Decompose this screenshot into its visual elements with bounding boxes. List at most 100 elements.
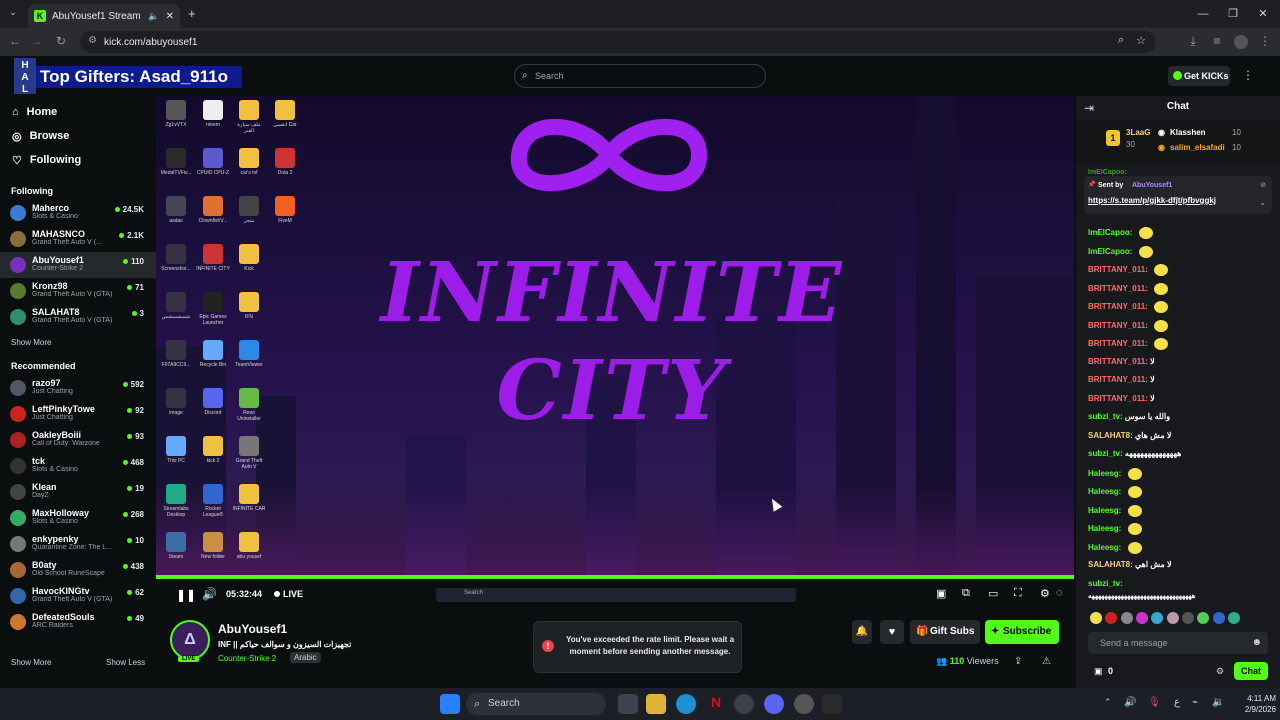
- emote-icon[interactable]: [1182, 612, 1195, 624]
- zoom-icon[interactable]: ⌕: [1118, 34, 1124, 47]
- chat-username[interactable]: Haleesg:: [1088, 469, 1121, 478]
- video-player[interactable]: INFINITE CITY Zg1vVTX nteem ملف سيارة الفن…: [156, 96, 1074, 576]
- chat-send-button[interactable]: Chat: [1234, 662, 1268, 680]
- sidebar-item-following[interactable]: ♡ Following: [0, 148, 156, 172]
- chat-username[interactable]: Haleesg:: [1088, 543, 1121, 552]
- browser-tab[interactable]: K AbuYousef1 Stream - Watc 🔈 ✕: [28, 4, 180, 28]
- tag-arabic[interactable]: Arabic: [290, 652, 321, 663]
- chat-username[interactable]: BRITTANY_011:: [1088, 394, 1148, 403]
- gift-subs-button[interactable]: 🎁 Gift Subs: [910, 620, 980, 644]
- channel-item[interactable]: HavocKINGtv Grand Theft Auto V (GTA) 62: [0, 583, 156, 609]
- subscribe-button[interactable]: ✦ Subscribe: [985, 620, 1059, 644]
- emote-icon[interactable]: [1151, 612, 1164, 624]
- task-view-icon[interactable]: [618, 694, 638, 714]
- windows-start-icon[interactable]: [440, 694, 460, 714]
- emote-icon[interactable]: [1090, 612, 1102, 624]
- taskbar-search[interactable]: ⌕ Search: [466, 693, 606, 715]
- channel-item[interactable]: B0aty Old School RuneScape 438: [0, 557, 156, 583]
- channel-item[interactable]: enkypenky Quarantine Zone: The L... 10: [0, 531, 156, 557]
- channel-item[interactable]: MAHASNCO Grand Theft Auto V (... 2.1K: [0, 226, 156, 252]
- streamer-avatar[interactable]: Δ: [170, 620, 210, 660]
- chat-username[interactable]: BRITTANY_011:: [1088, 302, 1148, 311]
- chrome-icon[interactable]: [734, 694, 754, 714]
- chat-username[interactable]: ImElCapoo:: [1088, 247, 1132, 256]
- settings-gear-icon[interactable]: ⚙: [1040, 587, 1050, 600]
- chat-username[interactable]: Haleesg:: [1088, 506, 1121, 515]
- channel-item[interactable]: SALAHAT8 Grand Theft Auto V (GTA) 3: [0, 304, 156, 330]
- channel-item[interactable]: Klean DayZ 19: [0, 479, 156, 505]
- speaker-icon[interactable]: 🔈: [148, 11, 159, 22]
- emote-icon[interactable]: [1105, 612, 1118, 624]
- minimize-icon[interactable]: —: [1194, 5, 1212, 23]
- tray-volume-icon[interactable]: 🔉: [1212, 697, 1224, 708]
- user-menu-icon[interactable]: ⋮: [1242, 68, 1254, 82]
- site-info-icon[interactable]: ⚙: [88, 35, 97, 46]
- channel-item[interactable]: OakleyBoiii Call of Duty: Warzone 93: [0, 427, 156, 453]
- pause-icon[interactable]: ❚❚: [176, 588, 196, 602]
- channel-item[interactable]: DefeatedSouls ARC Raiders 49: [0, 609, 156, 635]
- follow-heart-icon[interactable]: ♥: [880, 620, 904, 644]
- media-control-icon[interactable]: ≡: [1208, 32, 1226, 50]
- chat-username[interactable]: subzi_tv:: [1088, 449, 1123, 458]
- chat-settings-icon[interactable]: ⚙: [1216, 666, 1224, 677]
- pinned-link[interactable]: https://s.team/p/gjkk-dfjt/pfbvggkj: [1088, 196, 1216, 205]
- share-icon[interactable]: ⇪: [1014, 656, 1022, 667]
- emote-icon[interactable]: [1228, 612, 1241, 624]
- chat-username[interactable]: BRITTANY_011:: [1088, 357, 1148, 366]
- channel-item[interactable]: AbuYousef1 Counter-Strike 2 110: [0, 252, 156, 278]
- settings-app-icon[interactable]: [794, 694, 814, 714]
- new-tab-icon[interactable]: +: [188, 6, 196, 21]
- channel-item[interactable]: MaxHolloway Slots & Casino 268: [0, 505, 156, 531]
- chat-username[interactable]: BRITTANY_011:: [1088, 375, 1148, 384]
- clip-icon[interactable]: ⧉: [962, 587, 970, 600]
- channel-item[interactable]: Maherco Slots & Casino 24.5K: [0, 200, 156, 226]
- report-icon[interactable]: ⚠: [1042, 656, 1051, 667]
- show-more-recommended[interactable]: Show More: [11, 658, 51, 667]
- chat-username[interactable]: BRITTANY_011:: [1088, 339, 1148, 348]
- sidebar-item-browse[interactable]: ◎ Browse: [0, 124, 156, 148]
- show-less[interactable]: Show Less: [106, 658, 145, 667]
- address-bar[interactable]: ⚙ kick.com/abuyousef1 ⌕ ☆: [80, 31, 1156, 53]
- chat-username[interactable]: BRITTANY_011:: [1088, 321, 1148, 330]
- tray-chevron-icon[interactable]: ⌃: [1104, 697, 1112, 708]
- channel-item[interactable]: tck Slots & Casino 468: [0, 453, 156, 479]
- chat-username[interactable]: Haleesg:: [1088, 487, 1121, 496]
- forward-icon[interactable]: →: [28, 32, 46, 50]
- streamer-name[interactable]: AbuYousef1: [218, 622, 287, 636]
- kicks-wallet-icon[interactable]: ▣: [1094, 666, 1103, 677]
- chat-username[interactable]: SALAHAT8:: [1088, 431, 1133, 440]
- back-icon[interactable]: ←: [6, 32, 24, 50]
- emote-icon[interactable]: [1197, 612, 1210, 624]
- channel-item[interactable]: Kronz98 Grand Theft Auto V (GTA) 71: [0, 278, 156, 304]
- volume-icon[interactable]: 🔊: [202, 587, 217, 601]
- emote-icon[interactable]: [1166, 612, 1179, 624]
- unpin-icon[interactable]: ⊘: [1260, 181, 1266, 189]
- notification-bell-icon[interactable]: 🔔: [852, 620, 872, 644]
- search-input[interactable]: ⌕ Search: [514, 64, 766, 88]
- tray-mic-icon[interactable]: 🎙: [1148, 697, 1161, 708]
- theater-mode-icon[interactable]: ▭: [988, 587, 998, 600]
- category-link[interactable]: Counter-Strike 2: [218, 654, 276, 663]
- input-language[interactable]: ع: [1174, 697, 1180, 708]
- taskbar-clock[interactable]: 4:11 AM 2/9/2026: [1232, 693, 1276, 715]
- emote-icon[interactable]: [1120, 612, 1133, 624]
- emote-icon[interactable]: [1136, 612, 1149, 624]
- chat-username[interactable]: Haleesg:: [1088, 524, 1121, 533]
- chat-username[interactable]: BRITTANY_011:: [1088, 284, 1148, 293]
- maximize-icon[interactable]: ❐: [1224, 5, 1242, 23]
- chat-username[interactable]: SALAHAT8:: [1088, 560, 1133, 569]
- discord-icon[interactable]: [764, 694, 784, 714]
- tray-network-icon[interactable]: ⌁: [1192, 697, 1198, 708]
- tray-audio-icon[interactable]: 🔊: [1124, 697, 1136, 708]
- channel-item[interactable]: LeftPinkyTowe Just Chatting 92: [0, 401, 156, 427]
- chat-username[interactable]: subzi_tv:: [1088, 579, 1123, 588]
- sidebar-item-home[interactable]: ⌂ Home: [0, 100, 156, 124]
- file-explorer-icon[interactable]: [646, 694, 666, 714]
- chat-username[interactable]: subzi_tv:: [1088, 412, 1123, 421]
- show-more-following[interactable]: Show More: [0, 338, 156, 347]
- netflix-icon[interactable]: N: [706, 694, 726, 714]
- chat-username[interactable]: ImElCapoo:: [1088, 228, 1132, 237]
- channel-item[interactable]: razo97 Just Chatting 592: [0, 375, 156, 401]
- download-icon[interactable]: ⤓: [1184, 32, 1202, 50]
- get-kicks-button[interactable]: Get KICKs: [1168, 66, 1230, 86]
